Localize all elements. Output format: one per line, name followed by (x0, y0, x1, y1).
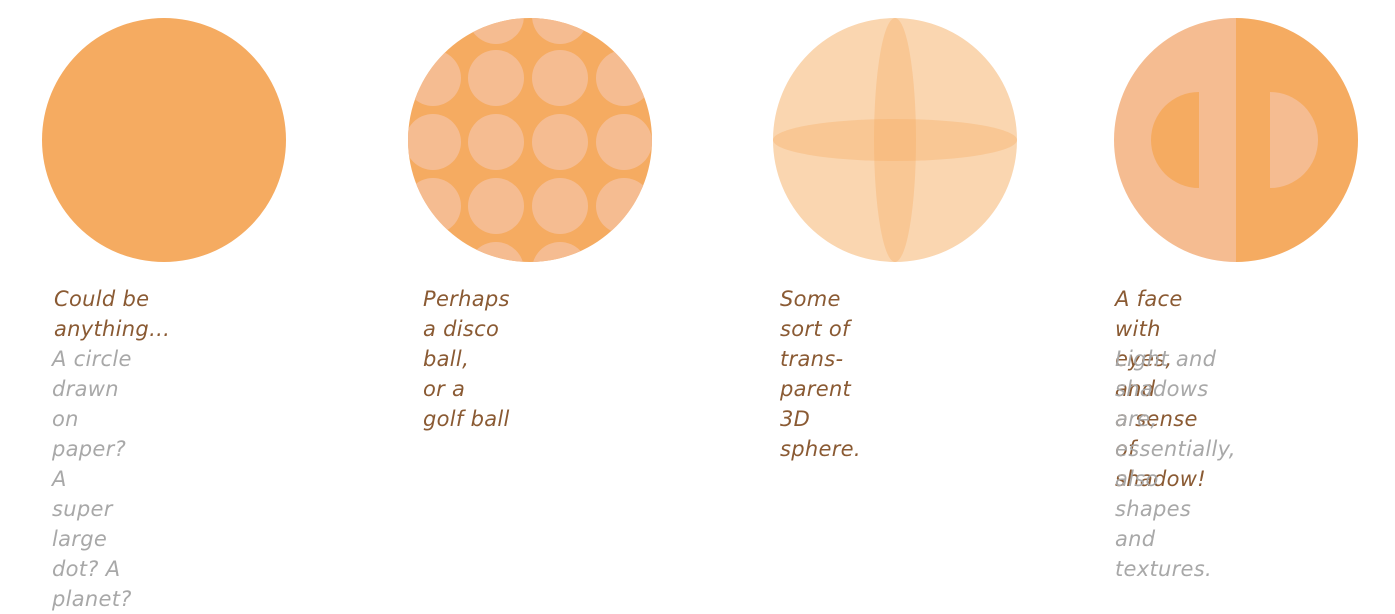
pattern-dot (596, 18, 652, 44)
pattern-dot (408, 178, 461, 234)
pattern-dot (408, 114, 461, 170)
note-plain-circle: A circle drawn on paper? A super large d… (52, 347, 132, 611)
caption-plain-circle: Could be anything… (54, 287, 171, 341)
pattern-dot (468, 50, 524, 106)
caption-dotted-circle: Perhaps a disco ball, or a golf ball (423, 287, 510, 431)
pattern-dot (408, 18, 461, 44)
pattern-dot (532, 50, 588, 106)
pattern-dot (596, 242, 652, 262)
transparent-sphere-figure (773, 18, 1017, 262)
pattern-dot (596, 114, 652, 170)
pattern-dot (468, 114, 524, 170)
sphere-horizontal-ring (773, 119, 1017, 161)
plain-circle-figure (42, 18, 286, 262)
caption-transparent-sphere: Some sort of trans- parent 3D sphere. (780, 287, 861, 461)
face-circle-figure (1114, 18, 1358, 262)
dotted-circle-figure (408, 18, 652, 262)
pattern-dot (408, 242, 461, 262)
pattern-dot (596, 178, 652, 234)
pattern-dot (468, 178, 524, 234)
pattern-dot (532, 114, 588, 170)
pattern-dot (596, 50, 652, 106)
pattern-dot (532, 178, 588, 234)
plain-circle (42, 18, 286, 262)
pattern-dot (408, 50, 461, 106)
note-face-circle: Light and shadows are, essentially, also… (1115, 347, 1236, 581)
